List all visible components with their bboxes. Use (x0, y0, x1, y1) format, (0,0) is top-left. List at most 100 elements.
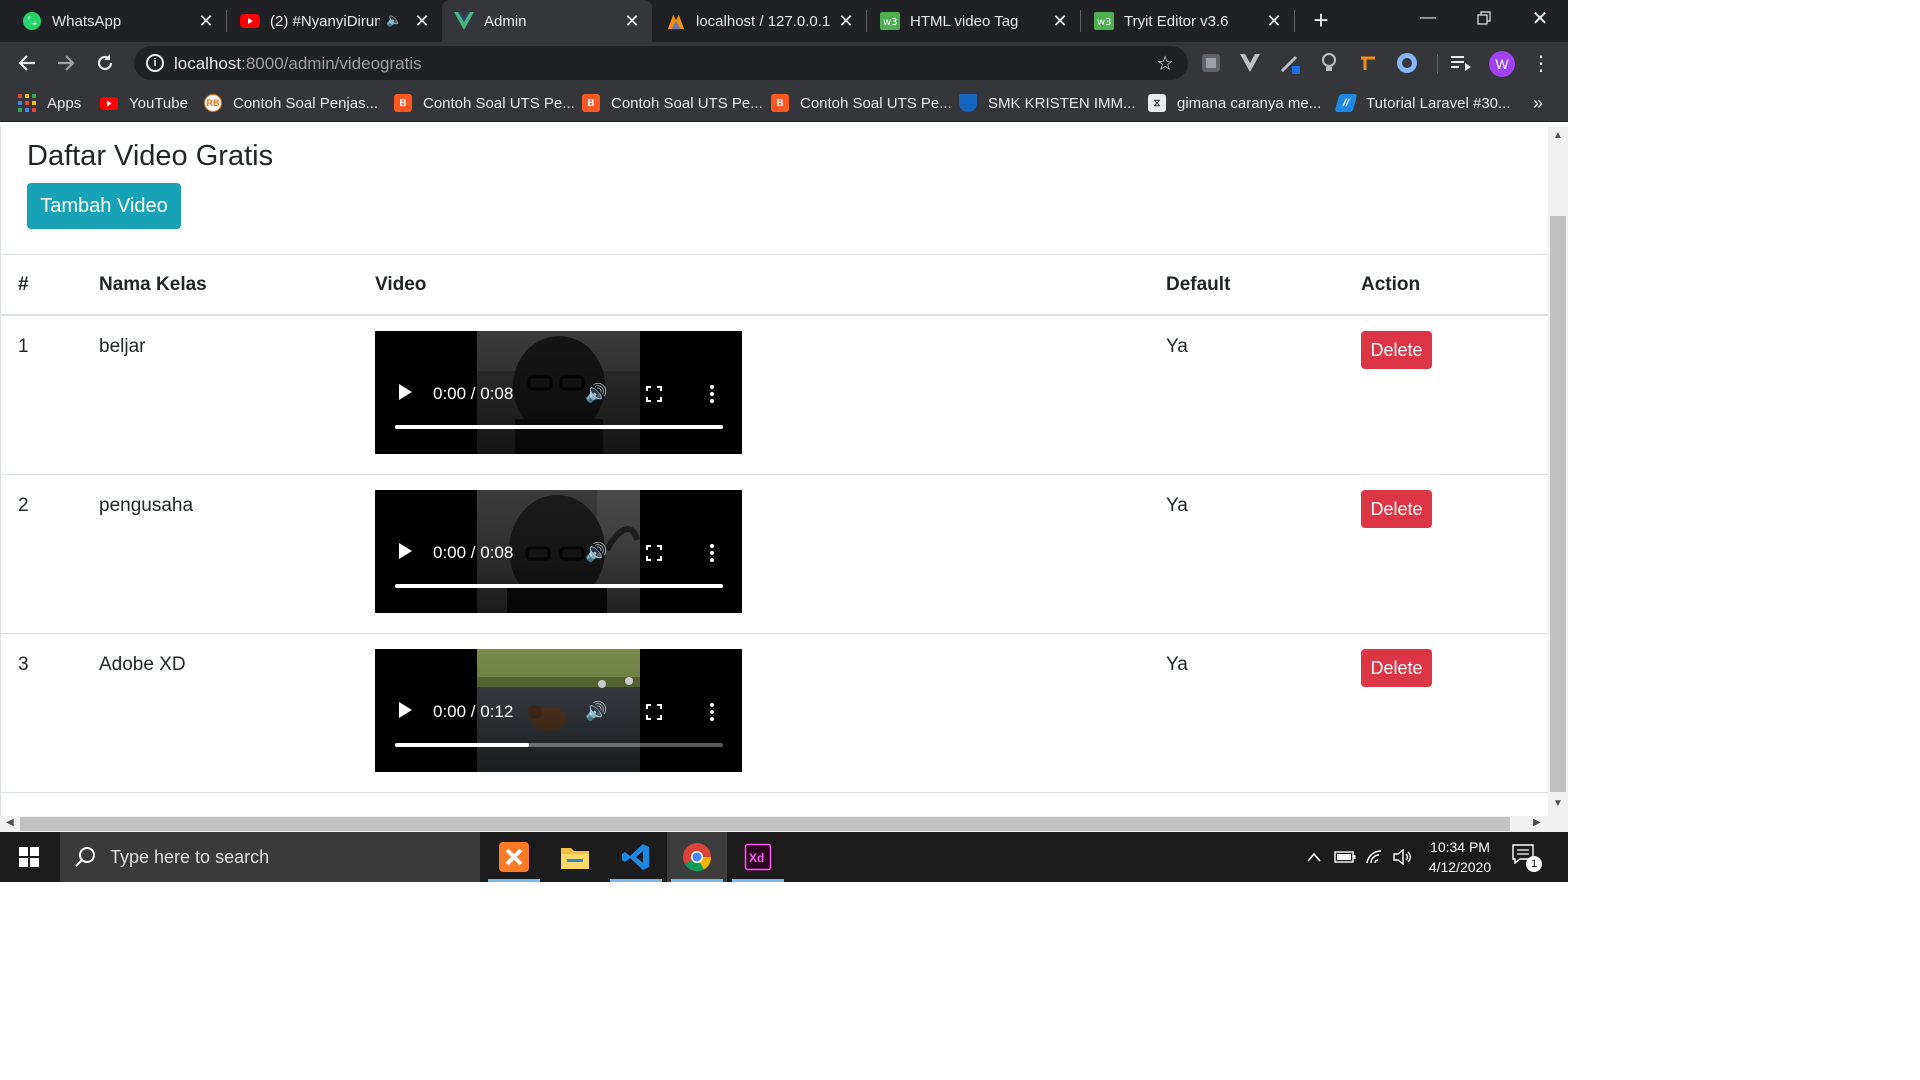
scroll-up-icon[interactable]: ▲ (1553, 130, 1563, 141)
battery-icon[interactable] (1332, 832, 1358, 882)
volume-icon[interactable]: 🔊 (585, 701, 607, 722)
notification-center-button[interactable]: 1 (1512, 844, 1546, 872)
progress-fill (395, 743, 530, 747)
tab-phpmyadmin[interactable]: localhost / 127.0.0.1 / ✕ (666, 0, 862, 42)
bookmark-youtube[interactable]: YouTube (100, 84, 188, 122)
video-player[interactable]: 0:00 / 0:08 🔊 (375, 331, 742, 454)
scrollbar-thumb[interactable] (1550, 216, 1566, 792)
play-icon[interactable] (399, 543, 412, 559)
tab-separator (1294, 10, 1295, 32)
page-title: Daftar Video Gratis (27, 140, 274, 172)
media-control-icon[interactable] (1450, 52, 1472, 74)
video-player[interactable]: 0:00 / 0:08 🔊 (375, 490, 742, 613)
restore-icon[interactable] (1456, 0, 1512, 36)
more-options-icon[interactable] (710, 385, 714, 406)
windows-start-button[interactable] (0, 832, 58, 882)
tab-html-video[interactable]: w3 HTML video Tag ✕ (880, 0, 1076, 42)
taskbar-search-box[interactable]: Type here to search (60, 832, 480, 882)
lightbulb-extension-icon[interactable] (1318, 52, 1340, 74)
blogger-icon: B (582, 94, 600, 112)
bookmark-label: Apps (47, 94, 82, 112)
pen-extension-icon[interactable] (1279, 52, 1301, 74)
row-default: Ya (1166, 495, 1188, 516)
row-number: 2 (18, 495, 29, 516)
row-nama-kelas: beljar (99, 336, 146, 357)
close-window-icon[interactable]: ✕ (1512, 0, 1568, 36)
circle-extension-icon[interactable] (1396, 52, 1418, 74)
horizontal-scrollbar[interactable]: ◀ ▶ (0, 816, 1568, 832)
address-bar[interactable]: i localhost:8000/admin/videogratis ☆ (134, 46, 1188, 80)
new-tab-button[interactable]: + (1308, 7, 1334, 34)
reload-icon[interactable] (92, 50, 118, 76)
tab-admin[interactable]: Admin ✕ (442, 0, 652, 42)
fullscreen-icon[interactable] (646, 704, 662, 720)
play-icon[interactable] (399, 702, 412, 718)
speaker-icon[interactable] (1390, 832, 1416, 882)
close-icon[interactable]: ✕ (836, 11, 856, 31)
wifi-icon[interactable] (1362, 832, 1388, 882)
tab-youtube[interactable]: (2) #NyanyiDirumah 🔈 ✕ (240, 0, 438, 42)
speaker-icon[interactable]: 🔈 (386, 12, 402, 28)
play-icon[interactable] (399, 384, 412, 400)
volume-icon[interactable]: 🔊 (585, 383, 607, 404)
delete-button[interactable]: Delete (1361, 331, 1432, 369)
close-icon[interactable]: ✕ (622, 11, 642, 31)
site-info-icon[interactable]: i (146, 54, 164, 72)
tab-tryit-editor[interactable]: w3 Tryit Editor v3.6 ✕ (1094, 0, 1290, 42)
forward-arrow-icon[interactable] (53, 50, 79, 76)
fullscreen-icon[interactable] (646, 386, 662, 402)
chevron-up-icon[interactable] (1302, 832, 1326, 882)
add-video-button[interactable]: Tambah Video (27, 183, 181, 229)
progress-track[interactable] (395, 584, 723, 588)
bookmark-smk-kristen[interactable]: SMK KRISTEN IMM... (959, 84, 1136, 122)
row-divider (1, 792, 1548, 793)
menu-kebab-icon[interactable]: ⋮ (1530, 52, 1552, 75)
back-arrow-icon[interactable] (14, 50, 40, 76)
close-icon[interactable]: ✕ (1050, 11, 1070, 31)
more-options-icon[interactable] (710, 703, 714, 724)
extension-icon[interactable] (1200, 52, 1222, 74)
minimize-icon[interactable]: — (1400, 0, 1456, 36)
close-icon[interactable]: ✕ (412, 11, 432, 31)
file-explorer-icon[interactable] (545, 832, 605, 882)
scrollbar-thumb[interactable] (20, 817, 1510, 831)
tab-title: Admin (484, 12, 527, 30)
more-options-icon[interactable] (710, 544, 714, 565)
apps-grid-icon (18, 94, 36, 112)
adobe-xd-icon[interactable]: Xd (728, 832, 788, 882)
close-icon[interactable]: ✕ (1264, 11, 1284, 31)
bookmark-apps[interactable]: Apps (18, 84, 81, 122)
volume-icon[interactable]: 🔊 (585, 542, 607, 563)
bookmark-tutorial-laravel[interactable]: // Tutorial Laravel #30... (1334, 84, 1511, 122)
scroll-left-icon[interactable]: ◀ (6, 817, 14, 828)
vue-devtools-icon[interactable] (1239, 52, 1261, 74)
bookmarks-overflow-button[interactable]: » (1533, 84, 1543, 122)
bookmark-gimana-caranya[interactable]: ⧖ gimana caranya me... (1148, 84, 1321, 122)
video-player[interactable]: 0:00 / 0:12 🔊 (375, 649, 742, 772)
bookmark-contoh-soal-uts-3[interactable]: B Contoh Soal UTS Pe... (771, 84, 952, 122)
orange-extension-icon[interactable] (1357, 52, 1379, 74)
chrome-icon[interactable] (667, 832, 727, 882)
scroll-down-icon[interactable]: ▼ (1553, 798, 1563, 809)
progress-track[interactable] (395, 743, 723, 747)
taskbar-clock[interactable]: 10:34 PM 4/12/2020 (1418, 837, 1502, 877)
vertical-scrollbar[interactable]: ▲ ▼ (1548, 126, 1568, 816)
svg-text:w3: w3 (1097, 17, 1112, 28)
progress-track[interactable] (395, 425, 723, 429)
bookmark-contoh-soal-uts-2[interactable]: B Contoh Soal UTS Pe... (582, 84, 763, 122)
tab-whatsapp[interactable]: WhatsApp ✕ (22, 0, 222, 42)
vscode-icon[interactable] (606, 832, 666, 882)
blogger-icon: B (771, 94, 789, 112)
scroll-right-icon[interactable]: ▶ (1533, 817, 1541, 828)
fullscreen-icon[interactable] (646, 545, 662, 561)
table-header-divider (1, 314, 1548, 316)
close-icon[interactable]: ✕ (196, 11, 216, 31)
bookmark-star-icon[interactable]: ☆ (1156, 51, 1174, 76)
delete-button[interactable]: Delete (1361, 490, 1432, 528)
profile-avatar[interactable]: W (1489, 51, 1515, 77)
xampp-icon[interactable] (484, 832, 544, 882)
progress-fill (395, 584, 723, 588)
delete-button[interactable]: Delete (1361, 649, 1432, 687)
bookmark-contoh-soal-penjas[interactable]: RB Contoh Soal Penjas... (204, 84, 378, 122)
bookmark-contoh-soal-uts-1[interactable]: B Contoh Soal UTS Pe... (394, 84, 575, 122)
